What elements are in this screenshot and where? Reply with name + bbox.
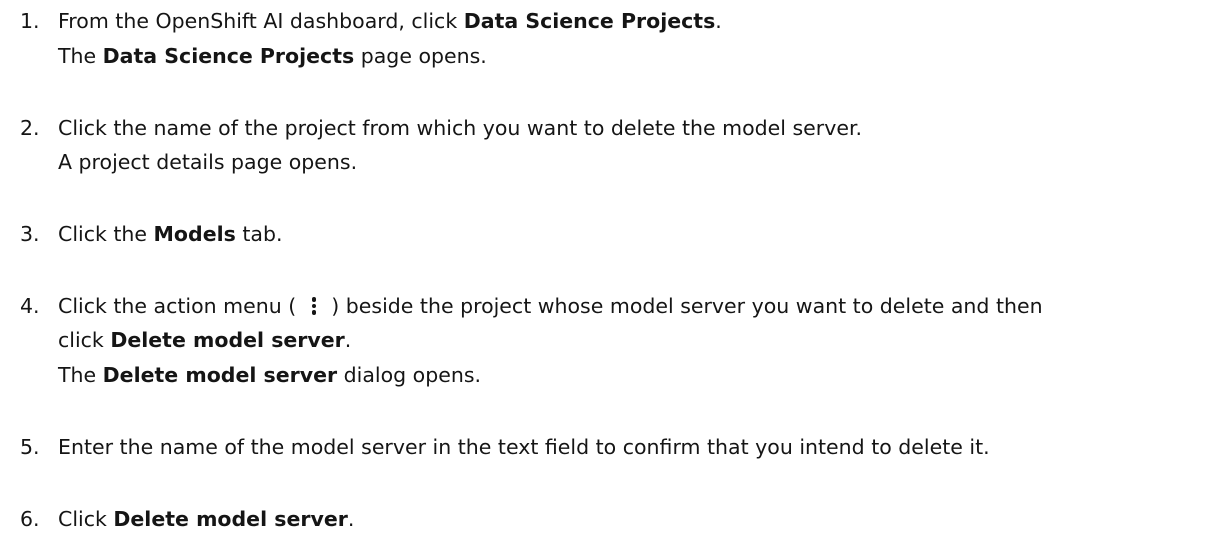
step-number: 1.: [20, 9, 40, 33]
bold-term: Delete model server: [102, 363, 338, 387]
bold-term: Delete model server: [110, 328, 345, 352]
step-number: 2.: [20, 116, 40, 140]
step-text: Click the Models tab.: [58, 222, 283, 246]
step-number: 5.: [20, 435, 40, 459]
step-number: 3.: [20, 222, 40, 246]
step-text: Click the action menu ( ) beside the pro…: [58, 294, 1043, 318]
step-result-text: A project details page opens.: [58, 150, 358, 174]
bold-term: Data Science Projects: [102, 44, 355, 68]
step-number: 6.: [20, 507, 40, 531]
step-text: Click Delete model server.: [58, 507, 355, 531]
bold-term: Data Science Projects: [463, 9, 716, 33]
step-text: From the OpenShift AI dashboard, click D…: [58, 9, 722, 33]
step-text: Enter the name of the model server in th…: [58, 435, 990, 459]
step-result-text: The Delete model server dialog opens.: [58, 363, 482, 387]
bold-term: Delete model server: [113, 507, 348, 531]
step-text: click Delete model server.: [58, 328, 352, 352]
step-number: 4.: [20, 294, 40, 318]
step-text: Click the name of the project from which…: [58, 116, 863, 140]
kebab-menu-icon: [311, 297, 317, 315]
bold-term: Models: [153, 222, 236, 246]
step-result-text: The Data Science Projects page opens.: [58, 44, 487, 68]
